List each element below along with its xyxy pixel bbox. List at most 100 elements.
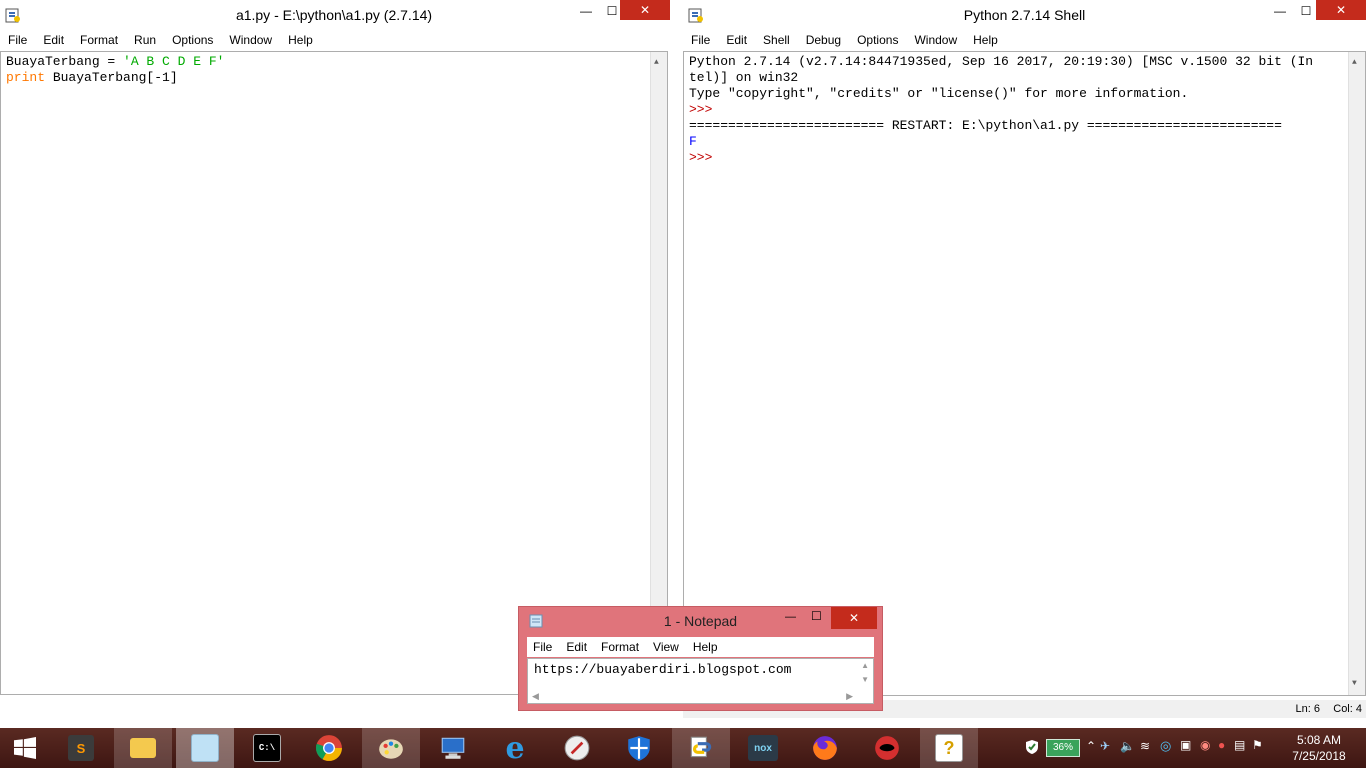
system-tray: 36% ⌃ ✈ 🔈 ≋ ◎ ▣ ◉ ● ▤ ⚑ 5:08 AM 7/25/201… <box>1020 728 1366 768</box>
code-lines: BuayaTerbang = 'A B C D E F' print Buaya… <box>6 54 224 86</box>
taskbar-nox[interactable]: nox <box>734 728 792 768</box>
shell-titlebar[interactable]: Python 2.7.14 Shell — ☐ ✕ <box>683 0 1366 30</box>
taskbar-cmd[interactable]: C:\ <box>238 728 296 768</box>
windows-logo-icon <box>14 737 36 759</box>
program-output: F <box>689 134 697 149</box>
menu-help[interactable]: Help <box>687 640 726 654</box>
notepad-menubar: File Edit Format View Help <box>527 637 874 657</box>
scroll-up-icon[interactable]: ▲ <box>654 55 659 71</box>
menu-edit[interactable]: Edit <box>35 33 72 47</box>
taskbar-sublime[interactable]: S <box>52 728 110 768</box>
menu-window[interactable]: Window <box>906 33 965 47</box>
code-variable: BuayaTerbang = <box>6 54 124 69</box>
nox-icon: nox <box>748 735 778 761</box>
notepad-icon <box>191 734 219 762</box>
network-icon[interactable]: ✈ <box>1100 739 1110 753</box>
close-button[interactable]: ✕ <box>1316 0 1366 20</box>
notepad-window: 1 - Notepad — ☐ ✕ File Edit Format View … <box>518 606 883 711</box>
volume-icon[interactable]: 🔈 <box>1120 739 1135 753</box>
editor-scrollbar[interactable]: ▲ <box>650 52 667 694</box>
command-prompt-icon: C:\ <box>253 734 281 762</box>
menu-edit[interactable]: Edit <box>560 640 595 654</box>
menu-debug[interactable]: Debug <box>798 33 849 47</box>
scroll-down-icon[interactable]: ▼ <box>861 675 869 684</box>
taskbar: S C:\ e nox ? 36% ⌃ ✈ 🔈 ≋ ◎ ▣ ◉ ● ▤ ⚑ 5:… <box>0 728 1366 768</box>
scroll-right-icon[interactable]: ▶ <box>846 691 853 702</box>
sublime-text-icon: S <box>68 735 94 761</box>
menu-run[interactable]: Run <box>126 33 164 47</box>
python-icon <box>690 736 712 758</box>
scroll-down-icon[interactable]: ▼ <box>1352 676 1357 692</box>
wifi-icon[interactable]: ≋ <box>1140 739 1150 753</box>
taskbar-remote-desktop[interactable] <box>424 728 482 768</box>
code-string: 'A B C D E F' <box>123 54 225 69</box>
scroll-up-icon[interactable]: ▲ <box>1352 55 1357 71</box>
menu-view[interactable]: View <box>647 640 687 654</box>
taskbar-chrome[interactable] <box>300 728 358 768</box>
taskbar-compass[interactable] <box>548 728 606 768</box>
menu-edit[interactable]: Edit <box>718 33 755 47</box>
tray-app-icon[interactable]: ◉ <box>1200 738 1210 752</box>
code-keyword: print <box>6 70 46 85</box>
menu-format[interactable]: Format <box>72 33 126 47</box>
taskbar-notepad[interactable] <box>176 728 234 768</box>
menu-file[interactable]: File <box>0 33 35 47</box>
taskbar-paint[interactable] <box>362 728 420 768</box>
chevron-up-icon[interactable]: ⌃ <box>1086 739 1096 753</box>
bluetooth-icon[interactable]: ◎ <box>1160 738 1171 754</box>
clock[interactable]: 5:08 AM 7/25/2018 <box>1284 732 1354 764</box>
column-number: Col: 4 <box>1333 703 1362 715</box>
notepad-text-area[interactable]: https://buayaberdiri.blogspot.com ▲ ▼ ◀ … <box>527 658 874 704</box>
restart-line: ========================= RESTART: E:\py… <box>689 118 1282 133</box>
idle-icon <box>688 8 703 23</box>
tray-app-icon[interactable]: ● <box>1218 738 1225 752</box>
menu-file[interactable]: File <box>527 640 560 654</box>
shell-line: tel)] on win32 <box>689 70 799 85</box>
taskbar-python[interactable] <box>672 728 730 768</box>
menu-file[interactable]: File <box>683 33 718 47</box>
flag-icon[interactable]: ⚑ <box>1252 738 1263 752</box>
shell-output[interactable]: Python 2.7.14 (v2.7.14:84471935ed, Sep 1… <box>683 51 1366 696</box>
garena-icon <box>875 736 899 760</box>
taskbar-ie[interactable]: e <box>486 728 544 768</box>
editor-menubar: File Edit Format Run Options Window Help <box>0 30 668 50</box>
shell-line: Type "copyright", "credits" or "license(… <box>689 86 1189 101</box>
security-check-icon[interactable] <box>1024 739 1040 755</box>
shell-menubar: File Edit Shell Debug Options Window Hel… <box>683 30 1366 50</box>
menu-help[interactable]: Help <box>280 33 321 47</box>
scroll-up-icon[interactable]: ▲ <box>861 661 869 670</box>
close-button[interactable]: ✕ <box>831 607 877 629</box>
scroll-left-icon[interactable]: ◀ <box>532 691 539 702</box>
menu-format[interactable]: Format <box>595 640 647 654</box>
shell-prompt: >>> <box>689 150 713 165</box>
maximize-button[interactable]: ☐ <box>811 609 822 623</box>
minimize-button[interactable]: — <box>785 611 796 623</box>
start-button[interactable] <box>0 728 50 768</box>
code-editor[interactable]: BuayaTerbang = 'A B C D E F' print Buaya… <box>0 51 668 695</box>
shell-prompt: >>> <box>689 102 713 117</box>
taskbar-help[interactable]: ? <box>920 728 978 768</box>
tray-app-icon[interactable]: ▣ <box>1180 738 1191 752</box>
idle-icon <box>5 8 20 23</box>
taskbar-garena[interactable] <box>858 728 916 768</box>
shell-scrollbar[interactable]: ▲ ▼ <box>1348 52 1365 695</box>
battery-percent: 36% <box>1052 742 1073 753</box>
menu-shell[interactable]: Shell <box>755 33 798 47</box>
notepad-title[interactable]: 1 - Notepad <box>519 607 882 635</box>
shield-icon <box>628 736 650 761</box>
tray-app-icon[interactable]: ▤ <box>1234 738 1245 752</box>
taskbar-firefox[interactable] <box>796 728 854 768</box>
menu-help[interactable]: Help <box>965 33 1006 47</box>
menu-options[interactable]: Options <box>164 33 221 47</box>
taskbar-file-explorer[interactable] <box>114 728 172 768</box>
battery-indicator[interactable]: 36% <box>1046 739 1080 757</box>
menu-options[interactable]: Options <box>849 33 906 47</box>
compass-icon <box>564 735 590 761</box>
paint-palette-icon <box>379 739 403 759</box>
editor-titlebar[interactable]: a1.py - E:\python\a1.py (2.7.14) — ☐ ✕ <box>0 0 670 30</box>
chrome-icon <box>315 735 342 761</box>
help-icon: ? <box>935 734 963 762</box>
close-button[interactable]: ✕ <box>620 0 670 20</box>
taskbar-defender[interactable] <box>610 728 668 768</box>
menu-window[interactable]: Window <box>221 33 280 47</box>
